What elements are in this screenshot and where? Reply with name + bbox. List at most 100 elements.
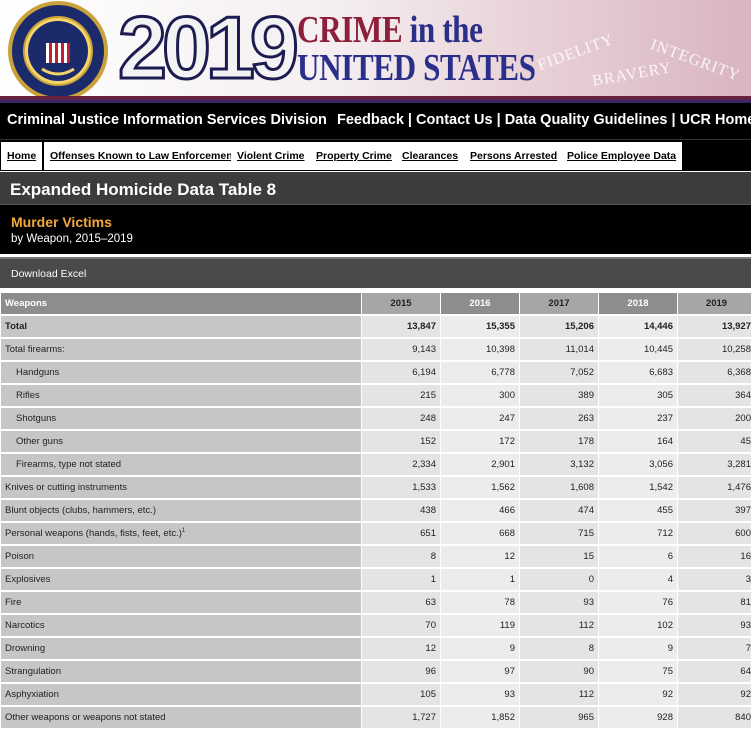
data-quality-guidelines-link[interactable]: Data Quality Guidelines: [505, 112, 668, 128]
utility-links: Feedback | Contact Us | Data Quality Gui…: [337, 112, 751, 128]
data-cell: 2,901: [441, 454, 519, 475]
table-row: Shotguns 248 247 263 237 200: [1, 408, 751, 429]
row-label-text: Shotguns: [16, 413, 57, 424]
data-cell: 668: [441, 523, 519, 544]
cjis-division-link[interactable]: Criminal Justice Information Services Di…: [7, 112, 327, 128]
row-label-text: Fire: [5, 597, 22, 608]
data-cell: 112: [520, 684, 598, 705]
data-cell: 63: [362, 592, 440, 613]
data-cell: 70: [362, 615, 440, 636]
data-cell: 75: [599, 661, 677, 682]
column-header-year[interactable]: 2018: [599, 293, 677, 314]
nav-violent-crime[interactable]: Violent Crime: [231, 142, 311, 170]
row-label: Fire: [1, 592, 361, 613]
banner-title-in-the: in the: [409, 9, 483, 51]
table-row: Handguns 6,194 6,778 7,052 6,683 6,368: [1, 362, 751, 383]
data-cell: 965: [520, 707, 598, 728]
row-label: Blunt objects (clubs, hammers, etc.): [1, 500, 361, 521]
column-header-year[interactable]: 2016: [441, 293, 519, 314]
table-row: Blunt objects (clubs, hammers, etc.) 438 4…: [1, 500, 751, 521]
page-title: Expanded Homicide Data Table 8: [10, 180, 277, 199]
top-navigation: Criminal Justice Information Services Di…: [0, 103, 751, 139]
data-cell: 81: [678, 592, 751, 613]
data-cell: 172: [441, 431, 519, 452]
row-label-text: Firearms, type not stated: [16, 459, 122, 470]
data-cell: 105: [362, 684, 440, 705]
column-header-year[interactable]: 2019: [678, 293, 751, 314]
footnote-marker[interactable]: 1: [182, 528, 185, 534]
data-cell: 7: [678, 638, 751, 659]
data-cell: 364: [678, 385, 751, 406]
data-cell: 305: [599, 385, 677, 406]
download-excel-link[interactable]: Download Excel: [11, 268, 86, 280]
nav-clearances[interactable]: Clearances: [396, 142, 465, 170]
banner-year: 2019: [117, 0, 301, 97]
feedback-link[interactable]: Feedback: [337, 112, 404, 128]
section-navigation: Home Offenses Known to Law Enforcement V…: [0, 139, 751, 171]
data-cell: 1,727: [362, 707, 440, 728]
data-cell: 8: [362, 546, 440, 567]
row-label: Total firearms:: [1, 339, 361, 360]
data-cell: 6: [599, 546, 677, 567]
ucr-home-link[interactable]: UCR Home: [680, 112, 751, 128]
nav-police-employee-data[interactable]: Police Employee Data: [561, 142, 683, 170]
nav-home[interactable]: Home: [1, 142, 43, 170]
data-cell: 9: [441, 638, 519, 659]
data-cell: 6,683: [599, 362, 677, 383]
data-cell: 3: [678, 569, 751, 590]
row-label-text: Other guns: [16, 436, 63, 447]
motto-fidelity: FIDELITY: [535, 30, 617, 75]
nav-property-crime[interactable]: Property Crime: [310, 142, 398, 170]
nav-offenses-known[interactable]: Offenses Known to Law Enforcement: [44, 142, 243, 170]
row-label-text: Rifles: [16, 390, 40, 401]
data-cell: 93: [520, 592, 598, 613]
row-label: Knives or cutting instruments: [1, 477, 361, 498]
column-header-year[interactable]: 2017: [520, 293, 598, 314]
contact-us-link[interactable]: Contact Us: [416, 112, 493, 128]
data-cell: 12: [441, 546, 519, 567]
table-row: Strangulation 96 97 90 75 64: [1, 661, 751, 682]
row-label: Other weapons or weapons not stated: [1, 707, 361, 728]
column-header-weapons[interactable]: Weapons: [1, 293, 361, 314]
data-cell: 12: [362, 638, 440, 659]
data-cell: 93: [678, 615, 751, 636]
data-cell: 3,056: [599, 454, 677, 475]
row-label-text: Handguns: [16, 367, 60, 378]
table-row: Narcotics 70 119 112 102 93: [1, 615, 751, 636]
homicide-data-table: Weapons 2015 2016 2017 2018 2019 Total 13…: [0, 291, 751, 730]
table-subtitle: by Weapon, 2015–2019: [11, 233, 133, 245]
data-cell: 10,258: [678, 339, 751, 360]
data-cell: 6,368: [678, 362, 751, 383]
data-cell: 93: [441, 684, 519, 705]
row-label: Narcotics: [1, 615, 361, 636]
data-cell: 15,355: [441, 316, 519, 337]
row-label: Total: [1, 316, 361, 337]
fbi-seal-logo: [8, 1, 108, 101]
nav-persons-arrested[interactable]: Persons Arrested: [464, 142, 564, 170]
table-row: Total firearms: 9,143 10,398 11,014 10,445 10…: [1, 339, 751, 360]
data-cell: 248: [362, 408, 440, 429]
data-cell: 8: [520, 638, 598, 659]
table-row: Asphyxiation 105 93 112 92 92: [1, 684, 751, 705]
data-cell: 474: [520, 500, 598, 521]
table-row: Poison 8 12 15 6 16: [1, 546, 751, 567]
data-cell: 13,847: [362, 316, 440, 337]
data-cell: 9,143: [362, 339, 440, 360]
row-label-text: Total: [5, 321, 27, 332]
data-cell: 96: [362, 661, 440, 682]
data-cell: 6,778: [441, 362, 519, 383]
data-cell: 64: [678, 661, 751, 682]
row-label-text: Total firearms:: [5, 344, 65, 355]
row-label-text: Narcotics: [5, 620, 45, 631]
data-cell: 92: [599, 684, 677, 705]
row-label-text: Other weapons or weapons not stated: [5, 712, 166, 723]
row-label: Explosives: [1, 569, 361, 590]
row-label: Shotguns: [1, 408, 361, 429]
row-label: Firearms, type not stated: [1, 454, 361, 475]
data-cell: 651: [362, 523, 440, 544]
table-row: Firearms, type not stated 2,334 2,901 3,132…: [1, 454, 751, 475]
row-label-text: Personal weapons (hands, fists, feet, et…: [5, 528, 182, 540]
banner-stripe: [0, 96, 751, 103]
data-cell: 102: [599, 615, 677, 636]
column-header-year[interactable]: 2015: [362, 293, 440, 314]
